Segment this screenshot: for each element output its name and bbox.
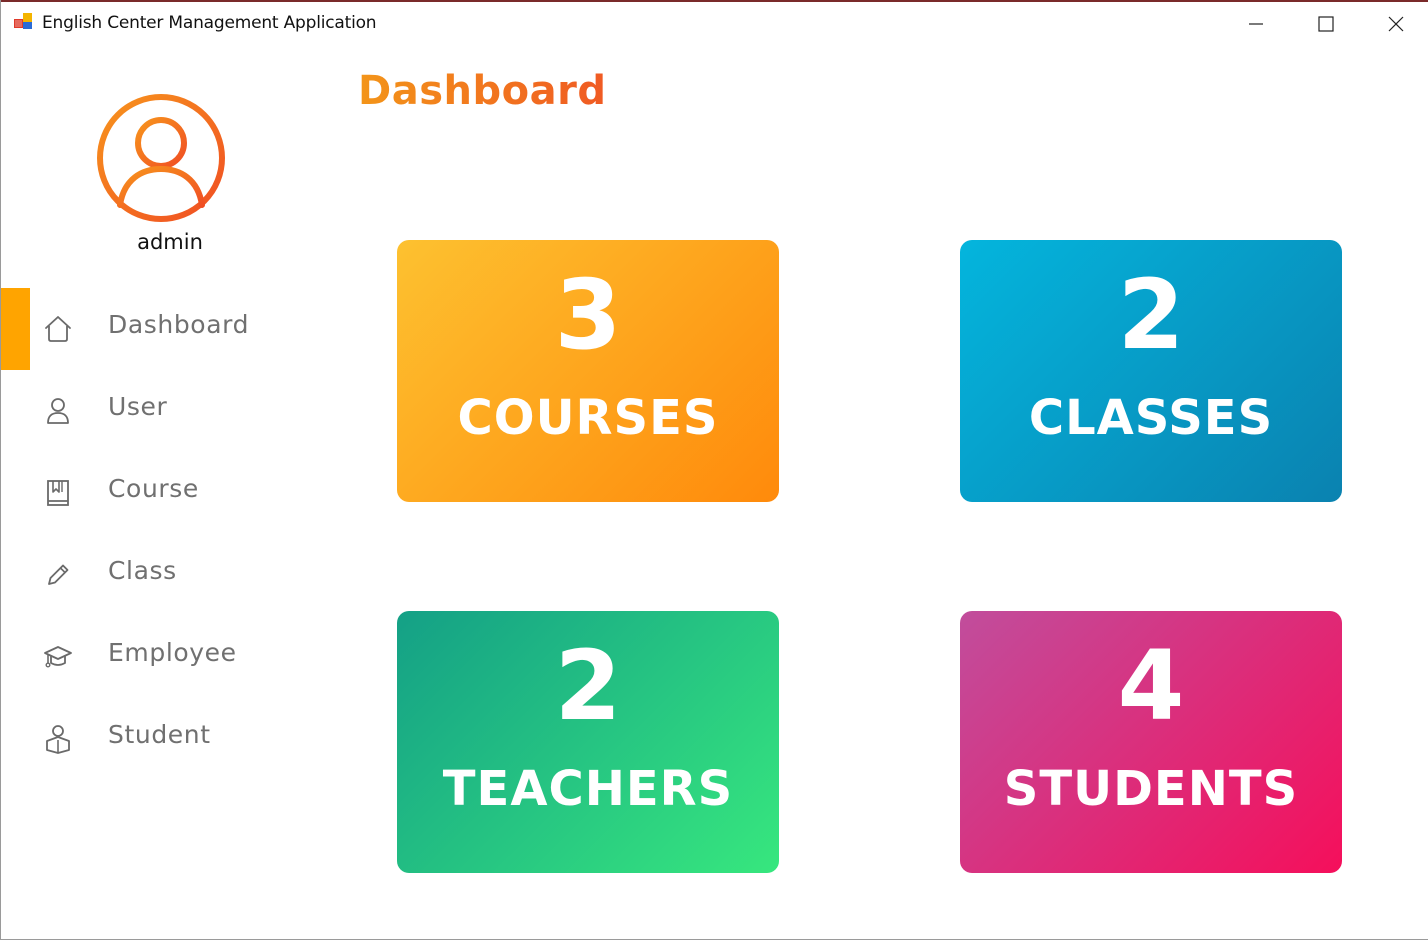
sidebar-item-course[interactable]: Course [31, 452, 311, 534]
classes-card[interactable]: 2 CLASSES [960, 240, 1342, 502]
classes-count: 2 [1117, 259, 1185, 371]
sidebar-item-employee[interactable]: Employee [31, 616, 311, 698]
courses-card[interactable]: 3 COURSES [397, 240, 779, 502]
courses-label: COURSES [457, 390, 719, 446]
sidebar-item-label: Class [108, 556, 177, 585]
page-title: Dashboard [358, 68, 607, 114]
sidebar-item-label: User [108, 392, 168, 421]
close-button[interactable] [1361, 2, 1428, 46]
close-icon [1388, 16, 1404, 32]
window-title: English Center Management Application [42, 13, 377, 33]
home-icon [45, 316, 71, 342]
book-icon [47, 480, 69, 506]
minimize-icon [1249, 23, 1263, 25]
teachers-card[interactable]: 2 TEACHERS [397, 611, 779, 873]
sidebar-item-label: Dashboard [108, 310, 250, 339]
maximize-button[interactable] [1291, 2, 1361, 46]
sidebar-item-class[interactable]: Class [31, 534, 311, 616]
user-icon [47, 398, 69, 424]
teachers-label: TEACHERS [442, 761, 734, 817]
minimize-button[interactable] [1221, 2, 1291, 46]
sidebar-item-user[interactable]: User [31, 370, 311, 452]
maximize-icon [1318, 16, 1334, 32]
app-window: English Center Management Application ad… [0, 0, 1428, 940]
app-icon [14, 13, 32, 29]
students-count: 4 [1117, 630, 1185, 742]
students-card[interactable]: 4 STUDENTS [960, 611, 1342, 873]
sidebar-item-label: Employee [108, 638, 237, 667]
students-label: STUDENTS [1003, 761, 1299, 817]
graduation-cap-icon [44, 646, 72, 668]
pencil-icon [48, 564, 69, 585]
sidebar-item-dashboard[interactable]: Dashboard [31, 288, 311, 370]
sidebar-item-student[interactable]: Student [31, 698, 311, 780]
title-bar[interactable]: English Center Management Application [1, 2, 1428, 46]
student-icon [46, 725, 70, 754]
classes-label: CLASSES [1028, 390, 1274, 446]
sidebar-item-label: Course [108, 474, 199, 503]
teachers-count: 2 [554, 630, 622, 742]
courses-count: 3 [554, 259, 622, 371]
avatar-icon [97, 94, 225, 222]
active-nav-indicator [1, 288, 30, 370]
sidebar-item-label: Student [108, 720, 211, 749]
username-label: admin [137, 230, 203, 254]
